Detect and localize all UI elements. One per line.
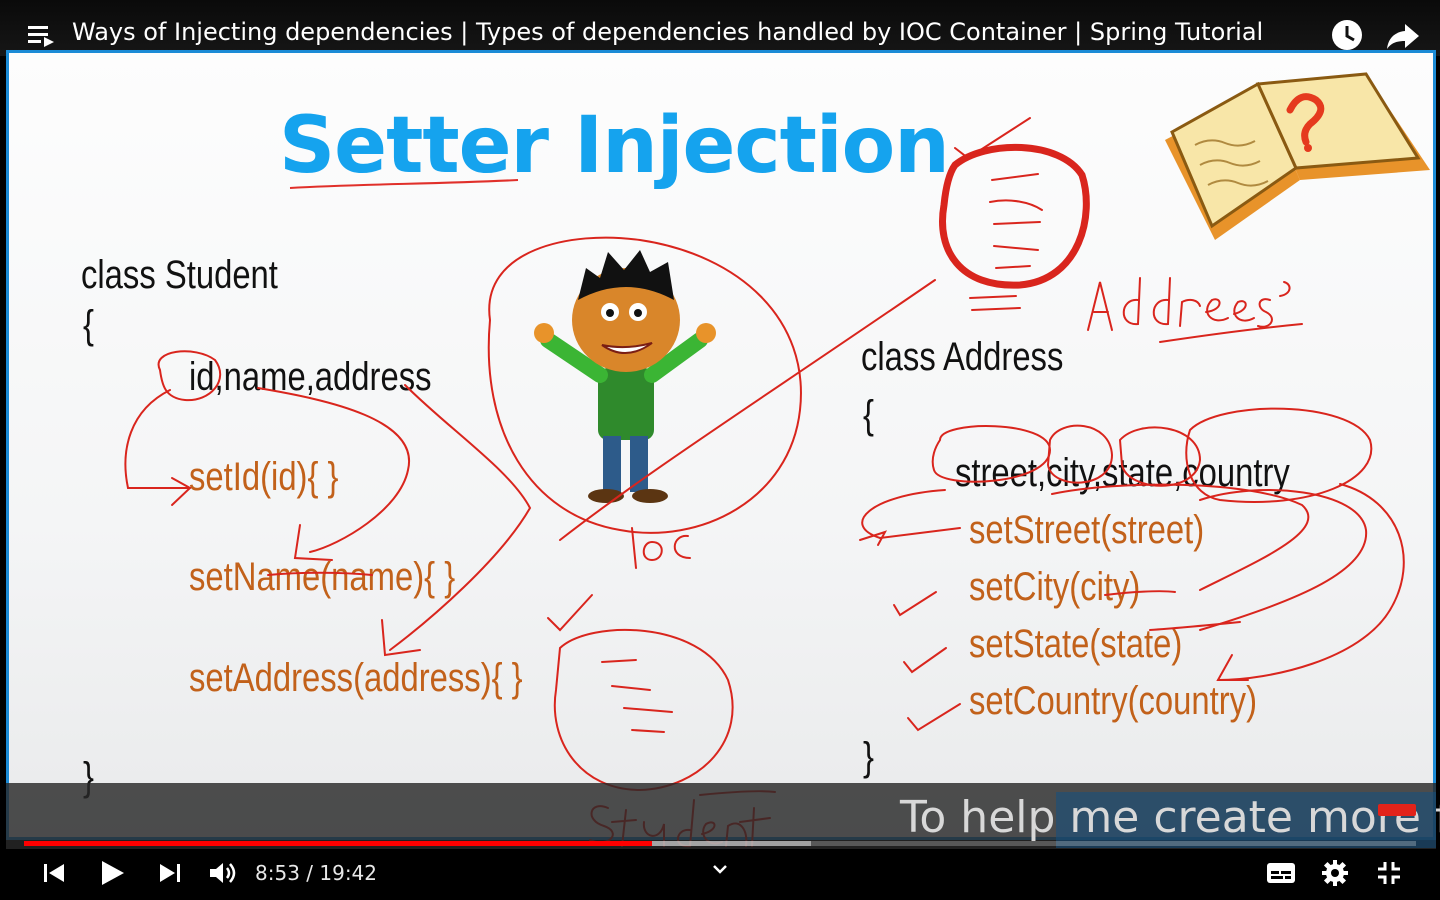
chevron-down-icon[interactable] xyxy=(711,863,729,875)
time-display: 8:53 / 19:42 xyxy=(255,861,378,885)
play-icon[interactable] xyxy=(100,859,126,887)
overlay-caption-text: To help me create more f xyxy=(900,792,1440,843)
address-setter-state: setState(state) xyxy=(969,622,1183,666)
address-open-brace: { xyxy=(863,393,874,437)
next-icon[interactable] xyxy=(158,862,182,884)
address-close-brace: } xyxy=(863,735,874,779)
share-icon[interactable] xyxy=(1385,20,1421,52)
address-fields: street,city,state,country xyxy=(955,451,1290,495)
student-class-header: class Student xyxy=(81,253,278,297)
address-class-header: class Address xyxy=(861,335,1064,379)
address-setter-street: setStreet(street) xyxy=(969,508,1205,552)
student-fields: id,name,address xyxy=(189,355,432,399)
watch-later-clock-icon[interactable] xyxy=(1330,18,1364,52)
playlist-menu-icon[interactable] xyxy=(26,22,56,52)
student-setter-address: setAddress(address){ } xyxy=(189,656,523,700)
subscribe-badge-icon[interactable] xyxy=(1378,804,1416,816)
exit-fullscreen-icon[interactable] xyxy=(1376,860,1402,886)
captions-icon[interactable] xyxy=(1266,862,1296,884)
settings-icon[interactable] xyxy=(1322,860,1348,886)
progress-played xyxy=(24,841,652,846)
video-slide[interactable]: Setter Injection class Student { id,name… xyxy=(6,50,1436,840)
address-setter-city: setCity(city) xyxy=(969,565,1141,609)
student-setter-id: setId(id){ } xyxy=(189,455,339,499)
volume-icon[interactable] xyxy=(208,861,238,885)
student-setter-name: setName(name){ } xyxy=(189,555,456,599)
video-title[interactable]: Ways of Injecting dependencies | Types o… xyxy=(72,18,1263,46)
progress-bar[interactable] xyxy=(24,841,1416,846)
slide-title: Setter Injection xyxy=(279,101,950,191)
previous-icon[interactable] xyxy=(42,862,66,884)
address-setter-country: setCountry(country) xyxy=(969,679,1258,723)
student-open-brace: { xyxy=(83,303,94,347)
